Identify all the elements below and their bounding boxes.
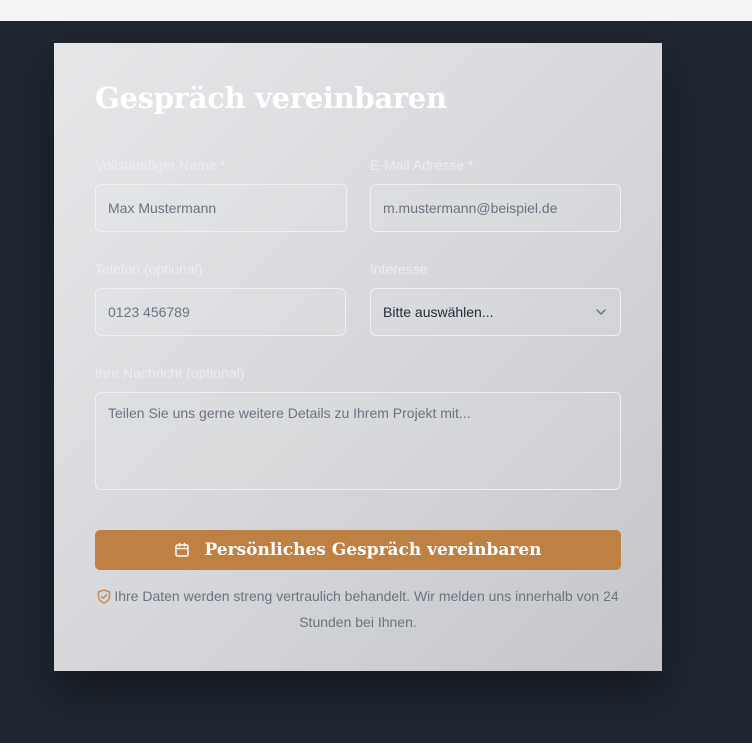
calendar-icon xyxy=(174,542,190,558)
message-label: Ihre Nachricht (optional) xyxy=(95,365,245,381)
interest-select[interactable]: Bitte auswählen... xyxy=(370,288,621,336)
phone-label: Telefon (optional) xyxy=(95,261,203,277)
interest-selected-value: Bitte auswählen... xyxy=(383,304,494,320)
interest-label: Interesse xyxy=(370,261,428,277)
top-bar xyxy=(0,0,752,21)
chevron-down-icon xyxy=(594,305,608,319)
name-input[interactable] xyxy=(95,184,347,232)
email-input[interactable] xyxy=(370,184,621,232)
privacy-note-text: Ihre Daten werden streng vertraulich beh… xyxy=(114,588,619,630)
privacy-note: Ihre Daten werden streng vertraulich beh… xyxy=(95,585,621,634)
email-label: E-Mail Adresse * xyxy=(370,157,474,173)
shield-check-icon xyxy=(97,588,111,611)
phone-input[interactable] xyxy=(95,288,346,336)
appointment-form: Gespräch vereinbaren Vollständiger Name … xyxy=(54,43,662,671)
form-title: Gespräch vereinbaren xyxy=(95,81,447,115)
message-textarea[interactable] xyxy=(95,392,621,490)
submit-button-label: Persönliches Gespräch vereinbaren xyxy=(204,540,542,560)
submit-button[interactable]: Persönliches Gespräch vereinbaren xyxy=(95,530,621,570)
name-label: Vollständiger Name * xyxy=(95,157,226,173)
